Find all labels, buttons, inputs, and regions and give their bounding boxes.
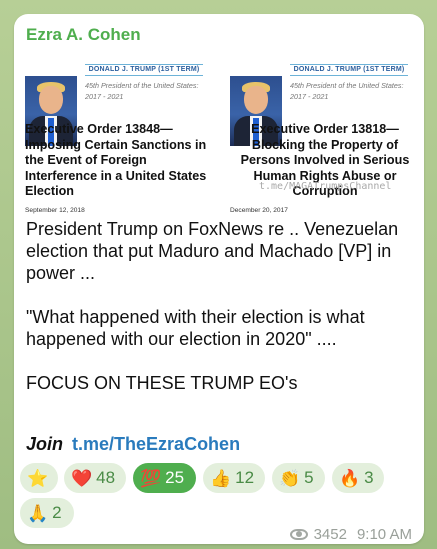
channel-link[interactable]: t.me/TheEzraCohen: [72, 434, 240, 454]
document-subtitle: 45th President of the United States: 201…: [290, 81, 404, 101]
hundred-points-icon: 💯: [140, 468, 162, 488]
message-paragraph: President Trump on FoxNews re .. Venezue…: [26, 219, 404, 283]
document-subtitle: 45th President of the United States: 201…: [85, 81, 199, 101]
reaction-count: 5: [304, 468, 314, 487]
clapping-hands-icon: 👏: [279, 468, 301, 488]
reaction-count: 2: [52, 503, 62, 522]
message-text: President Trump on FoxNews re .. Venezue…: [26, 218, 418, 416]
fire-icon: 🔥: [339, 468, 361, 488]
document-banner: DONALD J. TRUMP (1ST TERM): [85, 64, 203, 76]
document-date: December 20, 2017: [230, 207, 288, 214]
view-count: 3452: [313, 526, 347, 543]
message-bubble[interactable]: Ezra A. Cohen DONALD J. TRUMP (1ST TERM)…: [14, 14, 424, 544]
reaction-count: 3: [364, 468, 374, 487]
reaction-clap[interactable]: 👏 5: [272, 463, 325, 493]
message-meta: 3452 9:10 AM: [289, 526, 412, 543]
reaction-fire[interactable]: 🔥 3: [332, 463, 384, 493]
thumbs-up-icon: 👍: [210, 468, 232, 488]
image-watermark: t.me/MAGATrumpsChannel: [259, 181, 392, 192]
message-paragraph: "What happened with their election is wh…: [26, 307, 370, 349]
reaction-thumbs-up[interactable]: 👍 12: [203, 463, 265, 493]
star-icon: ⭐: [27, 468, 49, 488]
eye-icon: [289, 529, 308, 540]
join-label: Join: [26, 434, 64, 454]
message-paragraph: FOCUS ON THESE TRUMP EO's: [26, 373, 298, 393]
reaction-hundred[interactable]: 💯 25: [133, 463, 196, 493]
executive-order-title: Executive Order 13848—Imposing Certain S…: [25, 122, 207, 198]
reaction-pray[interactable]: 🙏 2: [20, 498, 74, 528]
reaction-star[interactable]: ⭐: [20, 463, 58, 493]
reaction-count: 12: [235, 468, 255, 487]
reaction-heart[interactable]: ❤️ 48: [64, 463, 126, 493]
document-banner: DONALD J. TRUMP (1ST TERM): [290, 64, 408, 76]
document-date: September 12, 2018: [25, 207, 85, 214]
message-time: 9:10 AM: [356, 526, 412, 543]
document-card-left: DONALD J. TRUMP (1ST TERM) 45th Presiden…: [25, 60, 215, 222]
attached-image[interactable]: DONALD J. TRUMP (1ST TERM) 45th Presiden…: [25, 60, 424, 222]
reaction-count: 25: [165, 468, 185, 487]
reaction-count: 48: [96, 468, 116, 487]
author-name[interactable]: Ezra A. Cohen: [26, 25, 141, 45]
document-card-right: DONALD J. TRUMP (1ST TERM) 45th Presiden…: [230, 60, 420, 222]
heart-icon: ❤️: [71, 468, 93, 488]
folded-hands-icon: 🙏: [27, 503, 49, 523]
join-line: Join t.me/TheEzraCohen: [26, 434, 240, 455]
